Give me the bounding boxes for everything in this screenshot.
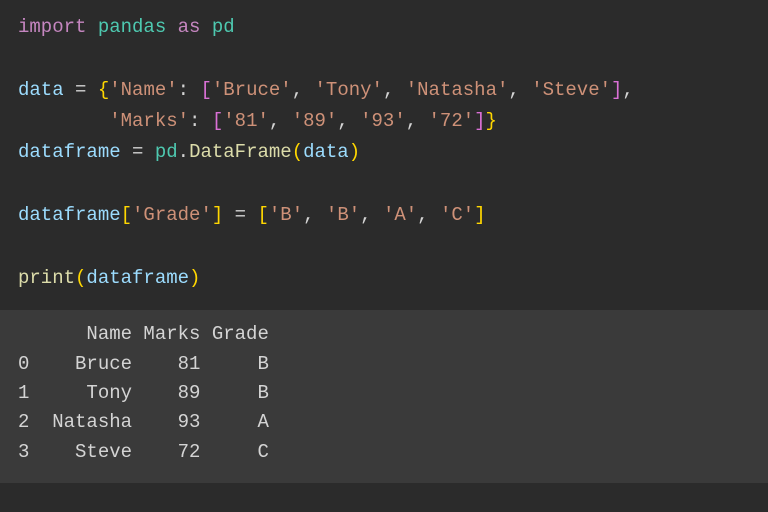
output-row: 0 Bruce 81 B (18, 353, 269, 375)
string-literal: '89' (292, 110, 338, 132)
paren-close: ) (189, 267, 200, 289)
operator-eq: = (75, 79, 86, 101)
module-pd: pd (155, 141, 178, 163)
identifier-arg: dataframe (86, 267, 189, 289)
string-name-key: 'Name' (109, 79, 177, 101)
string-literal: '81' (223, 110, 269, 132)
paren-close: ) (349, 141, 360, 163)
bracket-close: ] (611, 79, 622, 101)
keyword-as: as (178, 16, 201, 38)
bracket-open: [ (212, 110, 223, 132)
bracket-close: ] (474, 204, 485, 226)
module-alias-pd: pd (212, 16, 235, 38)
keyword-import: import (18, 16, 86, 38)
bracket-close: ] (474, 110, 485, 132)
output-row: 2 Natasha 93 A (18, 411, 269, 433)
code-line: data = {'Name': ['Bruce', 'Tony', 'Natas… (18, 79, 634, 101)
string-literal: 'A' (383, 204, 417, 226)
string-literal: 'C' (440, 204, 474, 226)
bracket-open: [ (121, 204, 132, 226)
paren-open: ( (75, 267, 86, 289)
string-literal: 'Bruce' (212, 79, 292, 101)
string-literal: 'Natasha' (406, 79, 509, 101)
string-literal: 'Tony' (315, 79, 383, 101)
colon: : (178, 79, 189, 101)
string-literal: 'B' (269, 204, 303, 226)
code-line: 'Marks': ['81', '89', '93', '72']} (18, 110, 497, 132)
code-line: dataframe['Grade'] = ['B', 'B', 'A', 'C'… (18, 204, 486, 226)
brace-close: } (486, 110, 497, 132)
identifier-arg: data (303, 141, 349, 163)
string-grade-key: 'Grade' (132, 204, 212, 226)
output-console: Name Marks Grade 0 Bruce 81 B 1 Tony 89 … (0, 310, 768, 483)
output-row: 3 Steve 72 C (18, 441, 269, 463)
string-literal: '93' (360, 110, 406, 132)
paren-open: ( (292, 141, 303, 163)
string-literal: 'Steve' (531, 79, 611, 101)
bracket-open: [ (200, 79, 211, 101)
fn-print: print (18, 267, 75, 289)
output-row: 1 Tony 89 B (18, 382, 269, 404)
string-literal: 'B' (326, 204, 360, 226)
module-pandas: pandas (98, 16, 166, 38)
brace-open: { (98, 79, 109, 101)
identifier-dataframe: dataframe (18, 141, 121, 163)
output-header: Name Marks Grade (18, 323, 269, 345)
string-literal: '72' (429, 110, 475, 132)
code-line: print(dataframe) (18, 267, 200, 289)
string-marks-key: 'Marks' (109, 110, 189, 132)
fn-dataframe: DataFrame (189, 141, 292, 163)
identifier-dataframe: dataframe (18, 204, 121, 226)
bracket-close: ] (212, 204, 223, 226)
identifier-data: data (18, 79, 64, 101)
bracket-open: [ (257, 204, 268, 226)
code-line: dataframe = pd.DataFrame(data) (18, 141, 360, 163)
code-line: import pandas as pd (18, 16, 235, 38)
code-editor[interactable]: import pandas as pd data = {'Name': ['Br… (0, 0, 768, 310)
